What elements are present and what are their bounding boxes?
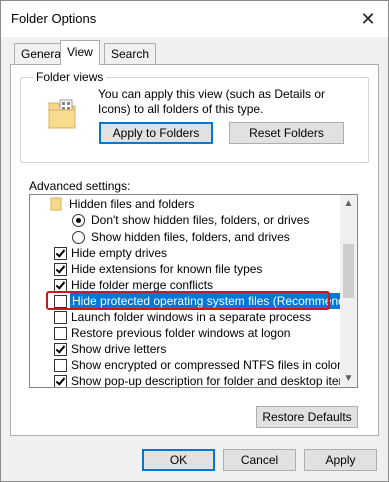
restore-defaults-button[interactable]: Restore Defaults <box>256 406 358 428</box>
list-item-label: Restore previous folder windows at logon <box>71 326 291 340</box>
apply-to-folders-button[interactable]: Apply to Folders <box>99 122 213 144</box>
checkbox-unchecked-icon[interactable] <box>54 359 67 372</box>
checkbox-checked-icon[interactable] <box>54 375 67 387</box>
checkbox-unchecked-icon[interactable] <box>54 327 67 340</box>
list-item-label: Hide extensions for known file types <box>71 262 263 276</box>
checkbox-unchecked-icon[interactable] <box>54 295 67 308</box>
title-bar: Folder Options ✕ <box>1 1 388 37</box>
list-item-label: Hide folder merge conflicts <box>71 278 214 292</box>
list-item-label: Hide empty drives <box>71 246 168 260</box>
checkbox-checked-icon[interactable] <box>54 263 67 276</box>
list-item-label: Show pop-up description for folder and d… <box>71 374 355 388</box>
close-icon[interactable]: ✕ <box>354 5 382 33</box>
list-item-label: Hidden files and folders <box>69 197 195 211</box>
window-title: Folder Options <box>11 11 97 26</box>
list-item-label: Show encrypted or compressed NTFS files … <box>71 358 342 372</box>
list-item-label: Show drive letters <box>71 342 167 356</box>
advanced-settings-list[interactable]: Hidden files and folders Don't show hidd… <box>29 194 358 388</box>
scroll-thumb[interactable] <box>343 244 354 298</box>
apply-button[interactable]: Apply <box>304 449 377 471</box>
scroll-down-icon[interactable]: ▼ <box>340 370 357 387</box>
tab-search[interactable]: Search <box>104 43 157 64</box>
folder-views-icon <box>47 97 77 134</box>
folder-icon <box>50 197 62 215</box>
list-item-label: Show hidden files, folders, and drives <box>91 230 290 244</box>
tab-view[interactable]: View <box>60 40 100 65</box>
radio-unselected-icon[interactable] <box>72 231 85 244</box>
folder-views-description: You can apply this view (such as Details… <box>98 87 326 116</box>
list-item-label: Don't show hidden files, folders, or dri… <box>91 213 310 227</box>
folder-views-title: Folder views <box>33 70 107 84</box>
ok-button[interactable]: OK <box>142 449 215 471</box>
checkbox-checked-icon[interactable] <box>54 343 67 356</box>
checkbox-checked-icon[interactable] <box>54 247 67 260</box>
radio-selected-icon[interactable] <box>72 214 85 227</box>
cancel-button[interactable]: Cancel <box>223 449 296 471</box>
checkbox-checked-icon[interactable] <box>54 279 67 292</box>
reset-folders-button[interactable]: Reset Folders <box>229 122 344 144</box>
list-item-label-selected: Hide protected operating system files (R… <box>70 293 357 309</box>
advanced-settings-label: Advanced settings: <box>29 179 131 193</box>
checkbox-unchecked-icon[interactable] <box>54 311 67 324</box>
list-item-label: Launch folder windows in a separate proc… <box>71 310 312 324</box>
folder-options-dialog: Folder Options ✕ General View Search Fol… <box>0 0 389 482</box>
scroll-up-icon[interactable]: ▲ <box>340 195 357 212</box>
list-scrollbar[interactable]: ▲ ▼ <box>340 195 357 387</box>
